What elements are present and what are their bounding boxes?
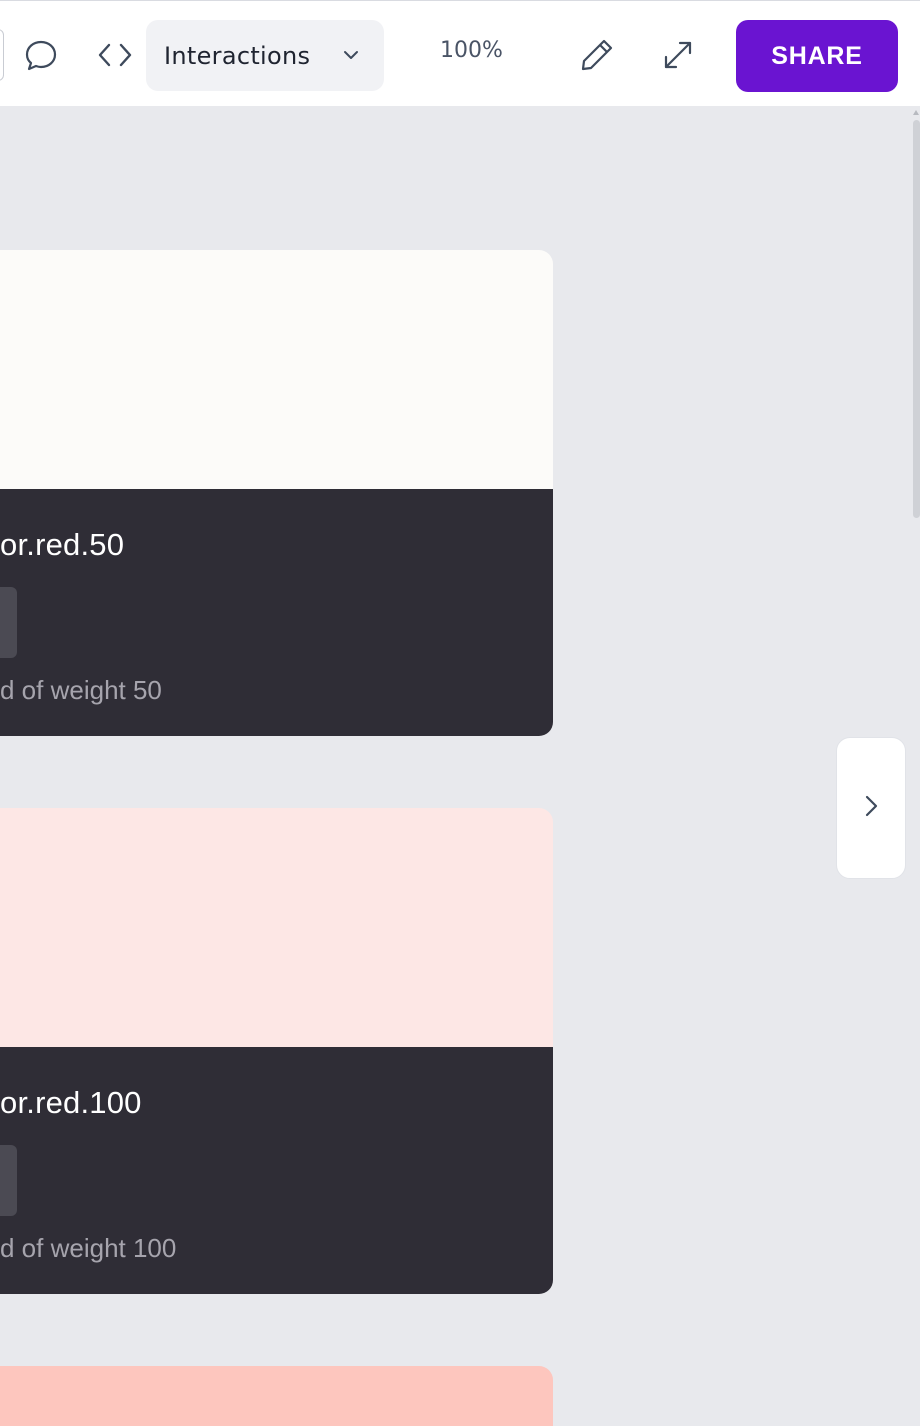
share-button[interactable]: SHARE — [736, 20, 898, 92]
code-icon[interactable] — [93, 31, 137, 79]
mode-dropdown[interactable]: Interactions — [146, 20, 384, 91]
token-description: d of weight 50 — [0, 675, 162, 705]
color-card[interactable]: or.red.100 d of weight 100 — [0, 808, 553, 1294]
token-description: d of weight 100 — [0, 1233, 177, 1263]
expand-icon[interactable] — [656, 31, 700, 79]
scroll-up-arrow[interactable] — [913, 110, 919, 115]
toolbar-left-control[interactable] — [0, 29, 4, 81]
color-swatch — [0, 250, 553, 489]
color-card[interactable] — [0, 1366, 553, 1426]
token-value-chip[interactable] — [0, 587, 17, 658]
toolbar: Interactions 100% SHARE — [0, 0, 920, 106]
zoom-level[interactable]: 100% — [440, 38, 503, 63]
pencil-icon[interactable] — [575, 31, 619, 79]
token-name: or.red.50 — [0, 527, 125, 562]
token-name: or.red.100 — [0, 1085, 142, 1120]
color-card-info: or.red.100 d of weight 100 — [0, 1047, 553, 1294]
color-card-info: or.red.50 d of weight 50 — [0, 489, 553, 736]
mode-dropdown-label: Interactions — [164, 41, 311, 70]
scrollbar-thumb[interactable] — [913, 120, 920, 518]
next-button[interactable] — [836, 737, 906, 879]
chevron-down-icon — [342, 46, 360, 68]
chevron-right-icon — [861, 793, 881, 823]
comment-icon[interactable] — [19, 31, 63, 79]
token-value-chip[interactable] — [0, 1145, 17, 1216]
color-swatch — [0, 808, 553, 1047]
color-card[interactable]: or.red.50 d of weight 50 — [0, 250, 553, 736]
